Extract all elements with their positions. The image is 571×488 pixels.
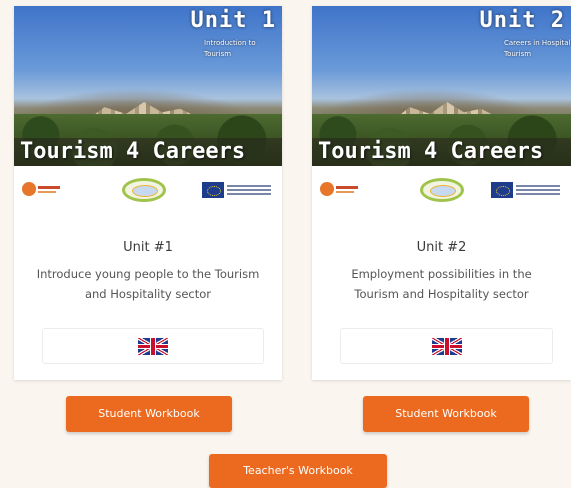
cover-subtitle: Introduction to Tourism [204, 39, 256, 58]
eu-flag-logo-icon [491, 182, 561, 198]
partner-logos [312, 176, 571, 206]
partner-logos [14, 176, 282, 206]
unit-cover-image[interactable]: Unit 2 Careers in Hospitality Tourism To… [312, 6, 571, 166]
uk-flag-icon[interactable] [138, 338, 168, 355]
unit-card-1[interactable]: Unit 1 Introduction to Tourism Tourism 4… [14, 6, 282, 380]
unit-card-2[interactable]: Unit 2 Careers in Hospitality Tourism To… [312, 6, 571, 380]
language-selector[interactable] [340, 328, 553, 364]
student-workbook-button-unit-1[interactable]: Student Workbook [66, 396, 232, 432]
cover-subtitle: Careers in Hospitality Tourism [504, 39, 571, 58]
language-selector[interactable] [42, 328, 264, 364]
erasmus-logo-icon [122, 178, 166, 202]
unit-description: Introduce young people to the Tourism an… [36, 267, 260, 301]
unit-description: Employment possibilities in the Tourism … [351, 267, 532, 301]
cover-brand-text: Tourism 4 Careers [312, 138, 571, 166]
cover-unit-number: Unit 1 [190, 8, 276, 33]
teacher-workbook-button[interactable]: Teacher's Workbook [209, 454, 387, 488]
cover-unit-number: Unit 2 [479, 8, 565, 33]
student-workbook-button-unit-2[interactable]: Student Workbook [363, 396, 529, 432]
cover-brand-text: Tourism 4 Careers [14, 138, 282, 166]
partner-logo-icon [320, 180, 358, 198]
uk-flag-icon[interactable] [431, 338, 462, 355]
unit-title: Unit #1 [123, 240, 173, 255]
partner-logo-icon [22, 180, 60, 198]
eu-flag-logo-icon [202, 182, 272, 198]
unit-title: Unit #2 [416, 240, 467, 255]
erasmus-logo-icon [420, 178, 464, 202]
unit-cover-image[interactable]: Unit 1 Introduction to Tourism Tourism 4… [14, 6, 282, 166]
